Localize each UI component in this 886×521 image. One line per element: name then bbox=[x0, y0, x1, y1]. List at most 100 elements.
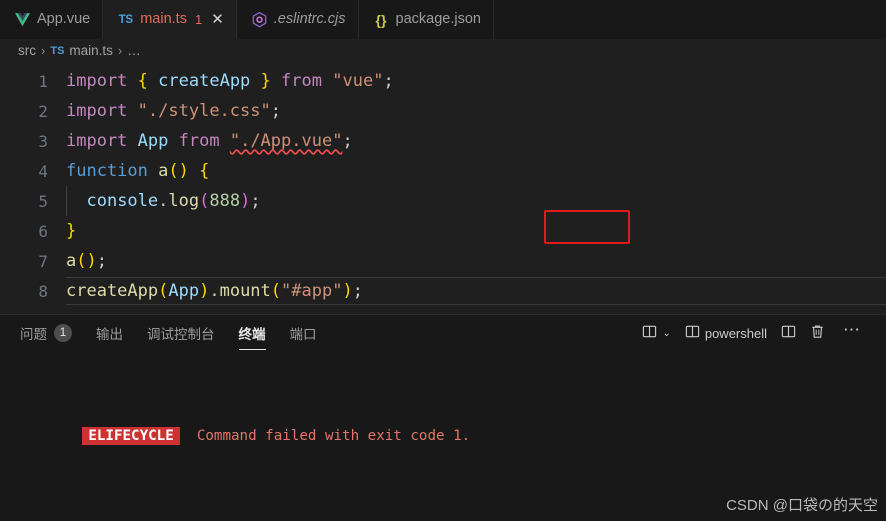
editor-tab-app-vue[interactable]: App.vue bbox=[0, 0, 104, 39]
code-token: ; bbox=[96, 251, 107, 271]
line-number: 4 bbox=[38, 161, 48, 181]
code-token: App bbox=[137, 131, 169, 151]
breadcrumb-item-src[interactable]: src bbox=[18, 43, 36, 58]
code-token: () bbox=[168, 161, 189, 181]
code-token: console bbox=[86, 191, 159, 211]
panel-tab-output[interactable]: 输出 bbox=[84, 315, 135, 351]
panel-tab-label: 问题 bbox=[20, 327, 47, 342]
code-token: ; bbox=[352, 281, 363, 301]
code-token: ) bbox=[240, 191, 251, 211]
code-token: a bbox=[158, 161, 169, 181]
code-token: import bbox=[66, 131, 128, 151]
editor-tab-eslintrc[interactable]: .eslintrc.cjs bbox=[236, 0, 359, 39]
editor-tab-label: package.json bbox=[395, 11, 481, 28]
error-message: Command failed with exit code 1. bbox=[179, 428, 471, 444]
code-line[interactable]: 5 console.log(888); bbox=[0, 186, 886, 216]
code-token: ( bbox=[270, 281, 282, 301]
breadcrumb-item-main-ts[interactable]: main.ts bbox=[69, 43, 113, 58]
error-badge: ELIFECYCLE bbox=[82, 427, 180, 445]
breadcrumb-item-more[interactable]: … bbox=[127, 43, 141, 58]
code-token: ( bbox=[158, 281, 169, 301]
code-token: function bbox=[66, 161, 148, 181]
panel-tab-problems[interactable]: 问题 1 bbox=[8, 315, 84, 351]
code-token: 888 bbox=[209, 191, 241, 211]
split-terminal-button[interactable] bbox=[776, 320, 801, 346]
code-token: . bbox=[158, 191, 169, 211]
code-token: createApp bbox=[158, 71, 251, 91]
code-token: ; bbox=[250, 191, 261, 211]
editor-tab-package-json[interactable]: {} package.json bbox=[358, 0, 494, 39]
code-text: } bbox=[66, 218, 886, 244]
code-text: createApp(App).mount("#app"); bbox=[66, 277, 886, 305]
split-panel-icon bbox=[781, 324, 796, 342]
panel-tab-label: 终端 bbox=[238, 327, 266, 342]
code-line[interactable]: 2 import "./style.css"; bbox=[0, 96, 886, 126]
vscode-window: App.vue TS main.ts 1 ✕ .eslintrc.cjs {} bbox=[0, 0, 886, 521]
code-token: } bbox=[260, 71, 271, 91]
editor-tab-main-ts[interactable]: TS main.ts 1 ✕ bbox=[103, 0, 237, 39]
eslint-icon bbox=[251, 11, 268, 28]
problems-count-badge: 1 bbox=[54, 324, 72, 342]
line-number: 8 bbox=[38, 281, 48, 301]
code-line[interactable]: 6} bbox=[0, 216, 886, 246]
code-text: function a() { bbox=[66, 158, 886, 184]
panel-more-button[interactable]: ⋯ bbox=[834, 320, 870, 344]
panel-tab-ports[interactable]: 端口 bbox=[278, 315, 329, 351]
code-token: import bbox=[66, 71, 128, 91]
code-line[interactable]: 7 a(); bbox=[0, 246, 886, 276]
more-icon: ⋯ bbox=[843, 320, 861, 339]
code-token: a bbox=[66, 251, 77, 271]
editor-tab-bar: App.vue TS main.ts 1 ✕ .eslintrc.cjs {} bbox=[0, 0, 886, 39]
editor-tab-label: App.vue bbox=[37, 11, 91, 28]
split-editor-icon bbox=[642, 324, 657, 342]
breadcrumb: src › TS main.ts › … bbox=[0, 39, 886, 62]
code-line[interactable]: 1 import { createApp } from "vue"; bbox=[0, 66, 886, 96]
panel-tab-debug-console[interactable]: 调试控制台 bbox=[135, 315, 227, 351]
new-terminal-button[interactable]: ⌄ bbox=[637, 320, 675, 346]
close-icon[interactable]: ✕ bbox=[211, 12, 224, 27]
code-text: import { createApp } from "vue"; bbox=[66, 68, 886, 94]
code-editor[interactable]: 1 import { createApp } from "vue"; 2 import… bbox=[0, 62, 886, 314]
editor-tab-label: main.ts bbox=[140, 11, 187, 28]
terminal-shell-button[interactable]: powershell bbox=[680, 320, 772, 346]
editor-tab-error-count: 1 bbox=[194, 12, 203, 27]
panel-tab-bar: 问题 1 输出 调试控制台 终端 端口 ⌄ powershell ⋯ bbox=[0, 315, 886, 351]
code-token: App bbox=[168, 281, 200, 301]
typescript-icon: TS bbox=[50, 44, 65, 57]
terminal-error-line: ELIFECYCLE Command failed with exit code… bbox=[14, 405, 886, 468]
code-token: "./style.css" bbox=[137, 101, 271, 121]
typescript-icon: TS bbox=[118, 13, 133, 26]
trash-icon bbox=[810, 324, 825, 342]
panel-tab-terminal[interactable]: 终端 bbox=[227, 315, 278, 351]
code-text: import "./style.css"; bbox=[66, 98, 886, 124]
panel-tab-label: 端口 bbox=[289, 327, 317, 342]
code-token: "./App.vue" bbox=[229, 131, 343, 151]
code-token: log bbox=[168, 191, 200, 211]
code-token: import bbox=[66, 101, 128, 121]
kill-terminal-button[interactable] bbox=[805, 320, 830, 346]
chevron-down-icon[interactable]: ⌄ bbox=[662, 328, 670, 339]
code-token: ; bbox=[270, 101, 281, 121]
code-token: ( bbox=[199, 191, 210, 211]
code-token: from bbox=[281, 71, 322, 91]
code-token: createApp bbox=[66, 281, 159, 301]
code-token: ) bbox=[342, 281, 353, 301]
code-line[interactable]: 8 createApp(App).mount("#app"); bbox=[0, 276, 886, 306]
code-line[interactable]: 3 import App from "./App.vue"; bbox=[0, 126, 886, 156]
code-line[interactable]: 4 function a() { bbox=[0, 156, 886, 186]
code-token: } bbox=[66, 221, 77, 241]
line-number: 3 bbox=[38, 131, 48, 151]
code-token: "vue" bbox=[332, 71, 384, 91]
code-text: a(); bbox=[66, 248, 886, 274]
panel-tab-label: 输出 bbox=[96, 327, 123, 342]
panel-tab-label: 调试控制台 bbox=[147, 327, 215, 342]
code-token: { bbox=[137, 71, 148, 91]
